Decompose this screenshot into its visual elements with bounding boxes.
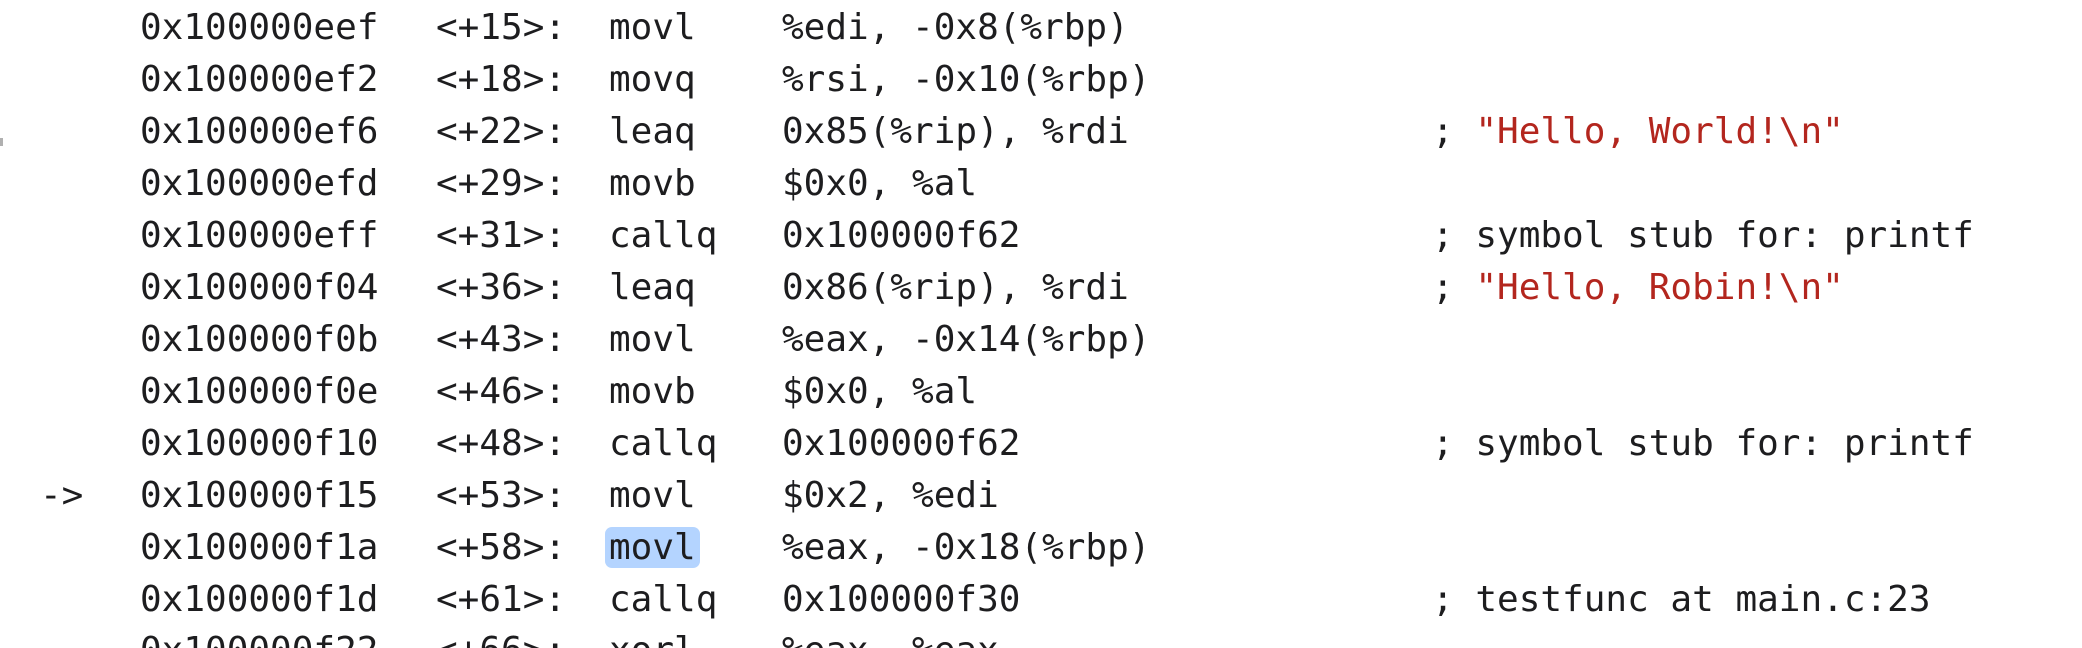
instruction-address: 0x100000f0b bbox=[140, 319, 379, 360]
instruction-offset: <+48>: bbox=[436, 423, 567, 464]
instruction-mnemonic[interactable]: movq bbox=[609, 59, 696, 100]
instruction-address: 0x100000f04 bbox=[140, 267, 379, 308]
partial-next-instruction: 0x100000f22 <+66>: xorl %eax, %eax bbox=[0, 625, 2082, 648]
instruction-mnemonic-cell[interactable]: movl bbox=[605, 522, 700, 574]
instruction-address: 0x100000f10 bbox=[140, 423, 379, 464]
comment-prefix: ; bbox=[1432, 267, 1476, 308]
instruction-row[interactable]: 0x100000f0b <+43>: movl %eax, -0x14(%rbp) bbox=[0, 314, 2082, 366]
instruction-row[interactable]: 0x100000eff <+31>: callq 0x100000f62; symbo… bbox=[0, 210, 2082, 262]
instruction-offset: <+22>: bbox=[436, 111, 567, 152]
instruction-row[interactable]: 0x100000f04 <+36>: leaq 0x86(%rip), %rdi; "… bbox=[0, 262, 2082, 314]
instruction-address: 0x100000ef2 bbox=[140, 59, 379, 100]
instruction-mnemonic[interactable]: leaq bbox=[609, 267, 696, 308]
instruction-row-partial[interactable]: 0x100000f22 <+66>: xorl %eax, %eax bbox=[0, 625, 2082, 648]
instruction-offset: <+29>: bbox=[436, 163, 567, 204]
instruction-mnemonic[interactable]: callq bbox=[609, 215, 717, 256]
instruction-offset: <+58>: bbox=[436, 527, 567, 568]
instruction-mnemonic-cell[interactable]: movb bbox=[609, 158, 696, 210]
instruction-address: 0x100000eef bbox=[140, 7, 379, 48]
instruction-address: 0x100000f1d bbox=[140, 579, 379, 620]
instruction-offset: <+46>: bbox=[436, 371, 567, 412]
instruction-address: 0x100000efd bbox=[140, 163, 379, 204]
instruction-operands: $0x0, %al bbox=[782, 371, 978, 412]
instruction-mnemonic-cell[interactable]: movl bbox=[609, 2, 696, 54]
instruction-operands: 0x100000f30 bbox=[782, 579, 1021, 620]
instruction-row[interactable]: 0x100000f10 <+48>: callq 0x100000f62; symbo… bbox=[0, 418, 2082, 470]
instruction-comment: ; symbol stub for: printf bbox=[1432, 418, 1974, 470]
instruction-mnemonic[interactable]: callq bbox=[609, 579, 717, 620]
instruction-comment: ; "Hello, World!\n" bbox=[1432, 106, 1844, 158]
comment-text: symbol stub for: printf bbox=[1475, 423, 1974, 464]
instruction-operands: %eax, -0x18(%rbp) bbox=[782, 527, 1151, 568]
instruction-comment: ; testfunc at main.c:23 bbox=[1432, 574, 1931, 626]
instruction-operands: %rsi, -0x10(%rbp) bbox=[782, 59, 1151, 100]
instruction-operands: 0x85(%rip), %rdi bbox=[782, 111, 1129, 152]
instruction-offset: <+61>: bbox=[436, 579, 567, 620]
instruction-operands: %eax, -0x14(%rbp) bbox=[782, 319, 1151, 360]
instruction-operands: 0x100000f62 bbox=[782, 423, 1021, 464]
instruction-mnemonic[interactable]: leaq bbox=[609, 111, 696, 152]
instruction-address: 0x100000f15 bbox=[140, 475, 379, 516]
instruction-mnemonic-selected[interactable]: movl bbox=[605, 527, 700, 568]
instruction-operands: %edi, -0x8(%rbp) bbox=[782, 7, 1129, 48]
instruction-address: 0x100000f1a bbox=[140, 527, 379, 568]
instruction-row[interactable]: 0x100000f1d <+61>: callq 0x100000f30; testf… bbox=[0, 574, 2082, 626]
instruction-mnemonic[interactable]: xorl bbox=[609, 625, 696, 648]
instruction-mnemonic[interactable]: movb bbox=[609, 371, 696, 412]
instruction-offset: <+66>: bbox=[436, 625, 566, 648]
instruction-mnemonic[interactable]: movb bbox=[609, 163, 696, 204]
instruction-row[interactable]: 0x100000ef2 <+18>: movq %rsi, -0x10(%rbp) bbox=[0, 54, 2082, 106]
instruction-mnemonic-cell[interactable]: callq bbox=[609, 574, 717, 626]
instruction-row[interactable]: 0x100000f0e <+46>: movb $0x0, %al bbox=[0, 366, 2082, 418]
instruction-operands: %eax, %eax bbox=[782, 625, 999, 648]
comment-text: testfunc at main.c:23 bbox=[1475, 579, 1931, 620]
instruction-mnemonic[interactable]: movl bbox=[609, 319, 696, 360]
instruction-row[interactable]: 0x100000ef6 <+22>: leaq 0x85(%rip), %rdi; "… bbox=[0, 106, 2082, 158]
comment-string-literal: "Hello, World!\n" bbox=[1475, 111, 1844, 152]
instruction-address: 0x100000f0e bbox=[140, 371, 379, 412]
instruction-row[interactable]: 0x100000eef <+15>: movl %edi, -0x8(%rbp) bbox=[0, 2, 2082, 54]
instruction-mnemonic-cell[interactable]: movl bbox=[609, 314, 696, 366]
instruction-address: 0x100000f22 bbox=[140, 625, 378, 648]
instruction-offset: <+53>: bbox=[436, 475, 567, 516]
instruction-row-current[interactable]: -> 0x100000f15 <+53>: movl $0x2, %edi bbox=[0, 470, 2082, 522]
instruction-offset: <+18>: bbox=[436, 59, 567, 100]
instruction-offset: <+43>: bbox=[436, 319, 567, 360]
instruction-mnemonic-cell[interactable]: callq bbox=[609, 210, 717, 262]
instruction-row[interactable]: 0x100000efd <+29>: movb $0x0, %al bbox=[0, 158, 2082, 210]
disassembly-listing[interactable]: 0x100000eef <+15>: movl %edi, -0x8(%rbp) 0x1… bbox=[0, 2, 2082, 626]
instruction-mnemonic-cell[interactable]: movb bbox=[609, 366, 696, 418]
instruction-operands: $0x0, %al bbox=[782, 163, 978, 204]
comment-string-literal: "Hello, Robin!\n" bbox=[1475, 267, 1844, 308]
instruction-operands: 0x86(%rip), %rdi bbox=[782, 267, 1129, 308]
instruction-operands: $0x2, %edi bbox=[782, 475, 999, 516]
current-instruction-arrow-icon: -> bbox=[40, 475, 84, 516]
instruction-mnemonic-cell[interactable]: movq bbox=[609, 54, 696, 106]
comment-prefix: ; bbox=[1432, 215, 1476, 256]
comment-prefix: ; bbox=[1432, 423, 1476, 464]
instruction-address: 0x100000eff bbox=[140, 215, 379, 256]
instruction-mnemonic-cell[interactable]: leaq bbox=[609, 262, 696, 314]
instruction-comment: ; "Hello, Robin!\n" bbox=[1432, 262, 1844, 314]
instruction-offset: <+36>: bbox=[436, 267, 567, 308]
comment-prefix: ; bbox=[1432, 579, 1476, 620]
instruction-operands: 0x100000f62 bbox=[782, 215, 1021, 256]
instruction-row[interactable]: 0x100000f1a <+58>: movl %eax, -0x18(%rbp) bbox=[0, 522, 2082, 574]
instruction-address: 0x100000ef6 bbox=[140, 111, 379, 152]
instruction-mnemonic-cell[interactable]: movl bbox=[609, 470, 696, 522]
instruction-mnemonic[interactable]: callq bbox=[609, 423, 717, 464]
instruction-comment: ; symbol stub for: printf bbox=[1432, 210, 1974, 262]
instruction-mnemonic-cell[interactable]: leaq bbox=[609, 106, 696, 158]
instruction-mnemonic[interactable]: movl bbox=[609, 475, 696, 516]
instruction-mnemonic-cell[interactable]: callq bbox=[609, 418, 717, 470]
instruction-mnemonic[interactable]: movl bbox=[609, 7, 696, 48]
comment-text: symbol stub for: printf bbox=[1475, 215, 1974, 256]
instruction-offset: <+15>: bbox=[436, 7, 567, 48]
instruction-offset: <+31>: bbox=[436, 215, 567, 256]
comment-prefix: ; bbox=[1432, 111, 1476, 152]
